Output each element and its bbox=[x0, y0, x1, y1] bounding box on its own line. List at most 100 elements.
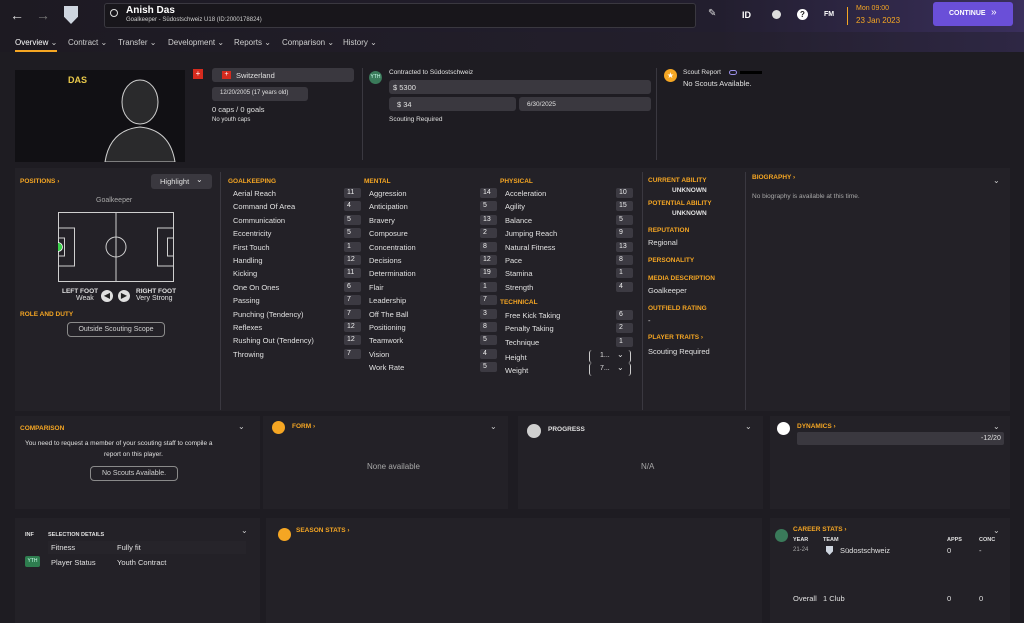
position-name: Goalkeeper bbox=[96, 197, 133, 204]
value: $ 34 bbox=[397, 100, 412, 109]
attribute-name: Positioning bbox=[369, 323, 406, 332]
chevron-down-icon[interactable]: ⌄ bbox=[238, 422, 245, 431]
tab-contract[interactable]: Contract ⌄ bbox=[68, 38, 107, 47]
role-button[interactable]: Outside Scouting Scope bbox=[67, 322, 165, 337]
attribute-value: 1 bbox=[616, 336, 633, 347]
mental-title: MENTAL bbox=[364, 178, 391, 185]
attribute-value: 8 bbox=[480, 322, 497, 332]
chevron-down-icon: ⌄ bbox=[617, 350, 624, 359]
continue-button[interactable]: CONTINUE » bbox=[933, 2, 1013, 26]
tab-overview[interactable]: Overview ⌄ bbox=[15, 38, 58, 52]
attribute-value: 15 bbox=[616, 201, 633, 212]
height-dropdown[interactable]: 1... ⌄ bbox=[589, 350, 631, 363]
attribute-value: 11 bbox=[344, 268, 361, 279]
forward-icon[interactable]: → bbox=[36, 7, 50, 23]
id-button[interactable]: ID bbox=[742, 10, 751, 20]
row-team[interactable]: Südostschweiz bbox=[840, 546, 890, 555]
attribute-name: Work Rate bbox=[369, 363, 405, 373]
attribute-name: Acceleration bbox=[505, 189, 547, 198]
dynamics-icon bbox=[777, 422, 790, 435]
weight-dropdown[interactable]: 7... ⌄ bbox=[589, 363, 631, 376]
player-traits-label[interactable]: PLAYER TRAITS › bbox=[648, 334, 703, 341]
right-foot-value: Very Strong bbox=[136, 295, 173, 302]
attribute-value: 4 bbox=[480, 348, 497, 359]
player-name: Anish Das bbox=[126, 5, 175, 16]
wage-field bbox=[389, 80, 651, 94]
attribute-value: 5 bbox=[344, 228, 361, 239]
attribute-name: Pace bbox=[505, 256, 523, 265]
chevron-down-icon[interactable]: ⌄ bbox=[241, 526, 248, 535]
edit-icon[interactable]: ✎ bbox=[708, 8, 716, 19]
role-duty-title: ROLE AND DUTY bbox=[20, 311, 74, 318]
career-stats-title[interactable]: CAREER STATS › bbox=[793, 526, 847, 533]
form-title[interactable]: FORM › bbox=[292, 423, 315, 430]
tab-reports[interactable]: Reports ⌄ bbox=[234, 38, 271, 47]
positions-title[interactable]: POSITIONS › bbox=[20, 178, 59, 185]
outfield-label: OUTFIELD RATING bbox=[648, 305, 707, 312]
chevron-down-icon: ⌄ bbox=[50, 38, 58, 47]
contract-label: Contracted to Südostschweiz bbox=[389, 69, 474, 76]
attribute-value: 14 bbox=[480, 188, 497, 198]
personality-label: PERSONALITY bbox=[648, 257, 695, 264]
attribute-value: 4 bbox=[344, 201, 361, 212]
attribute-name: Anticipation bbox=[369, 202, 408, 212]
status-label: Player Status bbox=[51, 558, 96, 567]
attribute-name: Decisions bbox=[369, 256, 402, 265]
biography-title[interactable]: BIOGRAPHY › bbox=[752, 174, 795, 181]
attribute-name: Rushing Out (Tendency) bbox=[233, 336, 314, 346]
attribute-name: Punching (Tendency) bbox=[233, 309, 304, 319]
calendar-icon bbox=[847, 7, 852, 25]
chevron-down-icon: ⌄ bbox=[327, 38, 335, 47]
search-icon bbox=[110, 9, 118, 17]
biography-text: No biography is available at this time. bbox=[752, 193, 860, 200]
progress-empty: N/A bbox=[641, 462, 655, 471]
fitness-label: Fitness bbox=[51, 543, 76, 552]
no-scouts-button[interactable]: No Scouts Available. bbox=[90, 466, 178, 481]
ytd-icon: YTH bbox=[369, 71, 382, 84]
chevron-down-icon[interactable]: ⌄ bbox=[993, 422, 1000, 431]
tab-comparison[interactable]: Comparison ⌄ bbox=[282, 38, 334, 47]
attribute-value: 10 bbox=[616, 188, 633, 198]
media-label: MEDIA DESCRIPTION bbox=[648, 275, 715, 282]
attribute-value: 5 bbox=[344, 214, 361, 225]
chevron-down-icon[interactable]: ⌄ bbox=[993, 176, 1000, 185]
progress-icon bbox=[527, 424, 541, 438]
attribute-name: First Touch bbox=[233, 242, 270, 252]
chevron-down-icon[interactable]: ⌄ bbox=[993, 526, 1000, 535]
attribute-name: Throwing bbox=[233, 349, 264, 359]
chevron-down-icon: ⌄ bbox=[196, 175, 203, 184]
scout-report-label: Scout Report bbox=[683, 69, 721, 76]
attribute-value: 12 bbox=[480, 255, 497, 265]
fm-button[interactable]: FM bbox=[824, 11, 834, 18]
dynamics-title[interactable]: DYNAMICS › bbox=[797, 423, 836, 430]
chevron-down-icon[interactable]: ⌄ bbox=[490, 422, 497, 431]
inf-label: INF bbox=[25, 532, 34, 538]
back-icon[interactable]: ← bbox=[10, 7, 24, 23]
chevron-down-icon[interactable]: ⌄ bbox=[745, 422, 752, 431]
nation-flag-icon: + bbox=[193, 69, 203, 79]
highlight-dropdown[interactable]: Highlight ⌄ bbox=[151, 174, 212, 189]
attribute-name: Strength bbox=[505, 282, 534, 292]
tab-development[interactable]: Development ⌄ bbox=[168, 38, 224, 47]
attribute-name: Jumping Reach bbox=[505, 229, 558, 239]
contract-expiry: 6/30/2025 bbox=[527, 101, 556, 108]
col-conc: CONC bbox=[979, 537, 996, 543]
left-foot-label: LEFT FOOT bbox=[62, 288, 99, 295]
youth-badge: YTH bbox=[25, 556, 40, 567]
help-icon[interactable]: ? bbox=[797, 9, 808, 20]
row-conc: - bbox=[979, 546, 982, 555]
tab-transfer[interactable]: Transfer ⌄ bbox=[118, 38, 156, 47]
nation-field[interactable] bbox=[212, 68, 354, 82]
attribute-value: 8 bbox=[616, 255, 633, 265]
dob: 12/20/2005 (17 years old) bbox=[220, 90, 289, 96]
dynamics-bar bbox=[797, 432, 1004, 445]
search-bar[interactable] bbox=[104, 3, 696, 28]
globe-icon[interactable] bbox=[772, 10, 781, 19]
youth-caps: No youth caps bbox=[212, 117, 251, 123]
attribute-name: Agility bbox=[505, 202, 526, 212]
season-stats-title[interactable]: SEASON STATS › bbox=[296, 527, 350, 534]
chevron-down-icon: ⌄ bbox=[617, 363, 624, 372]
tab-history[interactable]: History ⌄ bbox=[343, 38, 377, 47]
attribute-name: Balance bbox=[505, 215, 533, 225]
potential-ability-label: POTENTIAL ABILITY bbox=[648, 200, 712, 207]
